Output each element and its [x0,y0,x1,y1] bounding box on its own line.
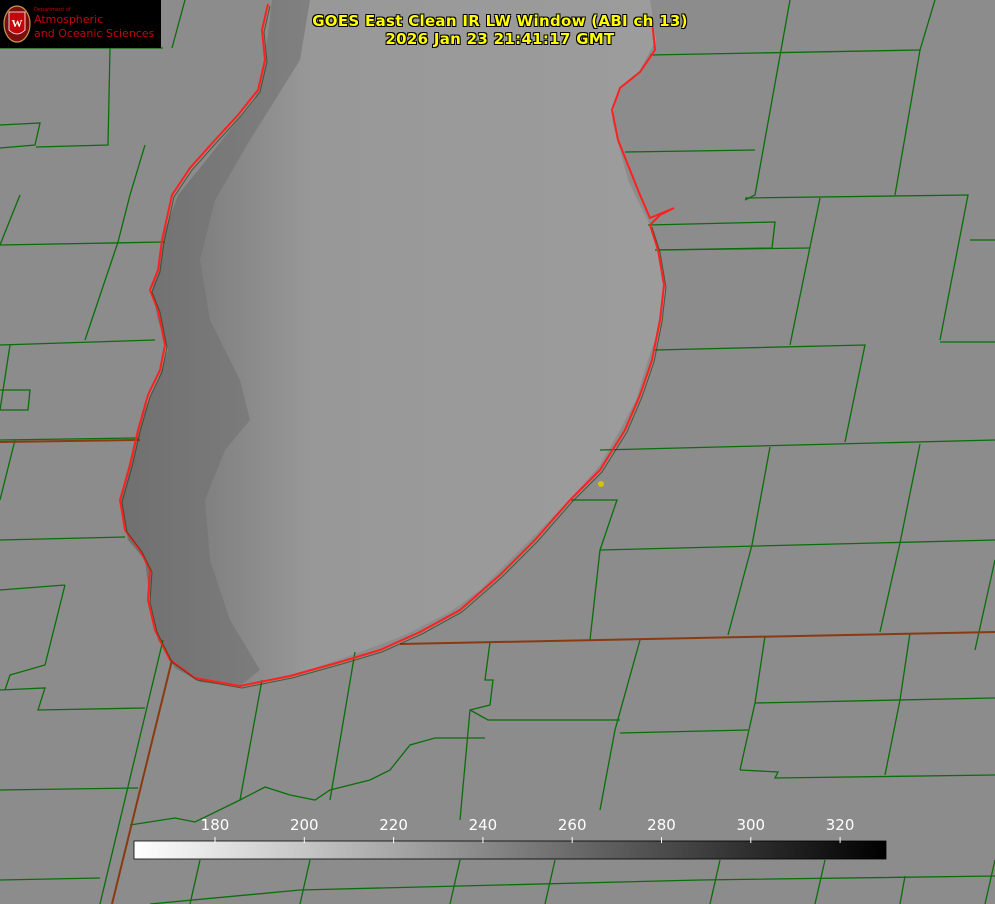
logo-line1: Atmospheric [34,13,104,26]
colorbar-tick-label: 220 [379,816,408,834]
image-timestamp: 2026 Jan 23 21:41:17 GMT [385,30,615,48]
colorbar-tick-label: 280 [647,816,676,834]
colorbar-tick-label: 200 [290,816,319,834]
uw-aos-logo: W Department of Atmospheric and Oceanic … [0,0,161,48]
uw-crest-icon: W [3,5,31,43]
svg-text:W: W [12,18,23,30]
colorbar-tick-label: 320 [826,816,855,834]
image-title: GOES East Clean IR LW Window (ABI ch 13) [312,12,688,30]
colorbar-gradient [133,840,887,860]
location-marker [598,481,604,487]
colorbar-tick-label: 180 [201,816,230,834]
satellite-image-map: 180 200 220 240 260 280 300 320 [0,0,995,904]
colorbar-tick-label: 300 [736,816,765,834]
logo-line2: and Oceanic Sciences [34,27,155,40]
colorbar-tick-label: 240 [469,816,498,834]
colorbar-tick-label: 260 [558,816,587,834]
